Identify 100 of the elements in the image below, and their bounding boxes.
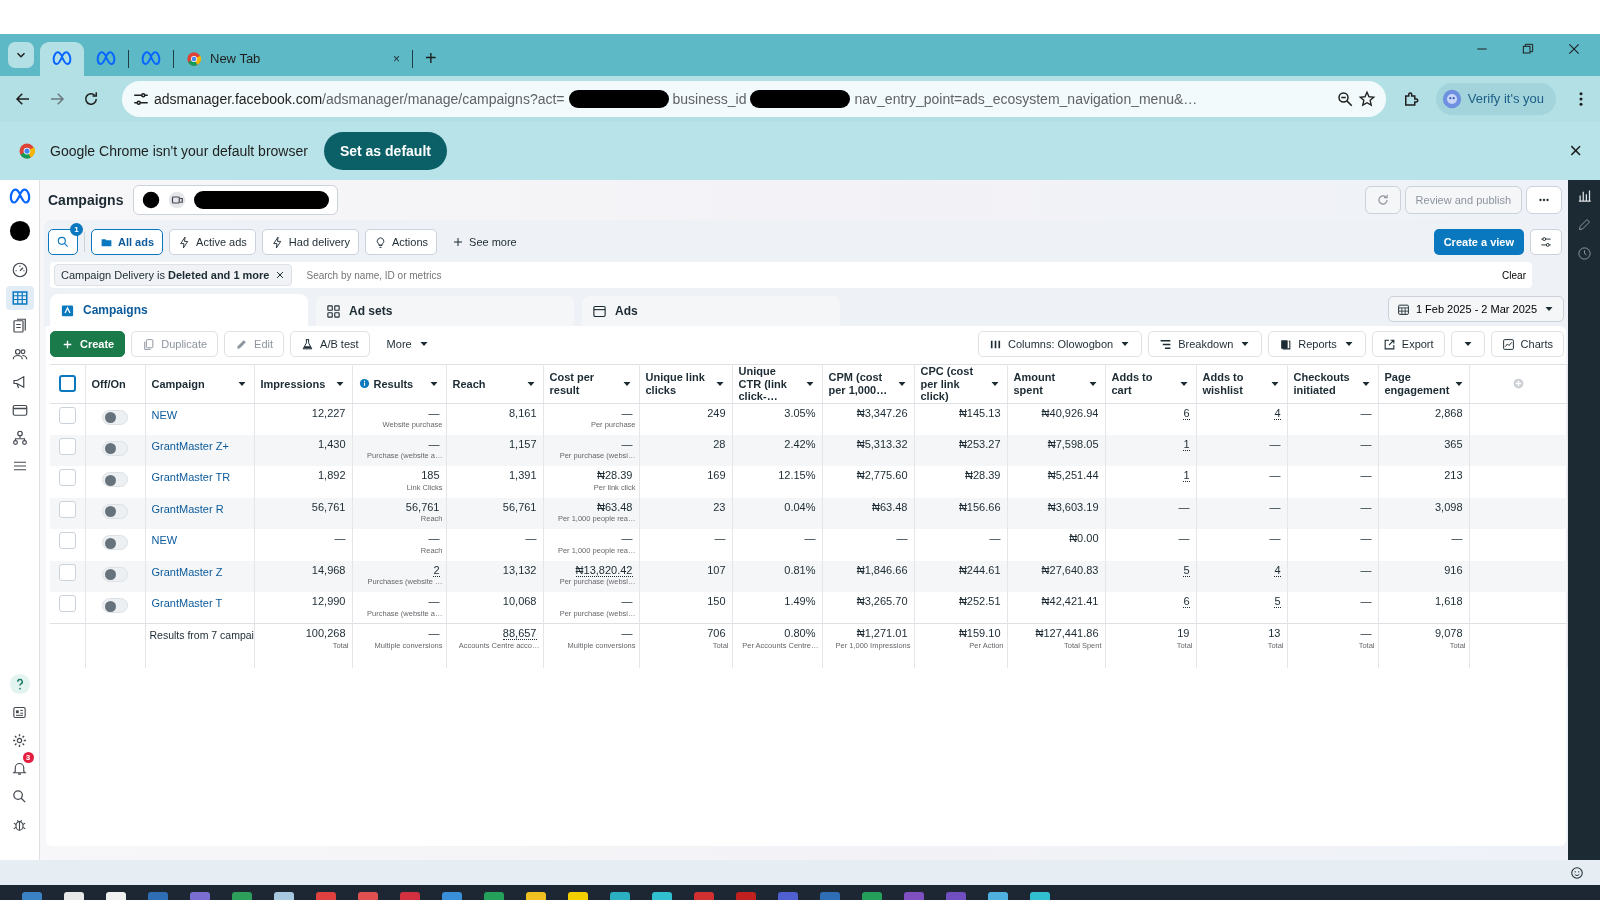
toolbar-button[interactable]: A/B test xyxy=(290,331,370,357)
metric-value: ₦159.10 xyxy=(958,627,1001,640)
metric-value: ₦3,347.26 xyxy=(856,406,908,419)
verify-button[interactable]: Verify it's you xyxy=(1435,83,1556,115)
create-view-button[interactable]: Create a view xyxy=(1433,229,1524,255)
metric-value: 916 xyxy=(1444,563,1463,576)
campaign-link[interactable]: NEW xyxy=(151,534,178,547)
metric-value: 28 xyxy=(713,437,726,450)
metric-value: 1,892 xyxy=(317,469,346,482)
infobar-message: Google Chrome isn't your default browser xyxy=(50,141,308,161)
metric-value: — xyxy=(621,627,633,640)
metric-value: 6 xyxy=(1183,595,1190,609)
address-bar[interactable]: adsmanager.facebook.com/adsmanager/manage/campaigns?act= business_id nav_entry_point=ads_ecosystem_navigation_menu&… xyxy=(122,81,1386,117)
new-tab-button[interactable]: + xyxy=(421,48,441,68)
metric-value: 56,761 xyxy=(405,500,440,513)
metric-value: 249 xyxy=(707,406,726,419)
url-text: adsmanager.facebook.com/adsmanager/manage/campaigns?act= xyxy=(154,89,565,109)
toolbar-button[interactable]: Breakdown xyxy=(1148,331,1263,357)
browser-tab[interactable]: New Tab × xyxy=(174,42,412,76)
filter-chip[interactable]: All ads xyxy=(91,229,164,255)
metric-value: ₦1,271.01 xyxy=(856,627,908,640)
filter-chip[interactable]: Campaign Delivery is Deleted and 1 more xyxy=(54,264,293,286)
metric-value: — xyxy=(1360,437,1372,450)
metric-value: — xyxy=(1360,469,1372,482)
metric-value: 9,078 xyxy=(1434,627,1463,640)
date-range-picker[interactable]: 1 Feb 2025 - 2 Mar 2025 xyxy=(1387,296,1564,322)
metric-value: — xyxy=(621,437,633,450)
metric-value: ₦0.00 xyxy=(1069,532,1099,545)
metric-value: — xyxy=(714,532,726,545)
metric-value: 19 xyxy=(1177,627,1190,640)
count-badge: 1 xyxy=(70,223,83,236)
metric-value: 1,430 xyxy=(317,437,346,450)
level-tab[interactable]: Ad sets xyxy=(316,296,574,326)
metric-value: — xyxy=(1269,469,1281,482)
metric-value: 2,868 xyxy=(1434,406,1463,419)
metric-value: 13,132 xyxy=(502,563,537,576)
metric-value: — xyxy=(621,406,633,419)
metric-value: ₦3,603.19 xyxy=(1047,500,1099,513)
metric-value: ₦252.51 xyxy=(958,595,1001,608)
url-text: nav_entry_point=ads_ecosystem_navigation_menu&… xyxy=(854,89,1198,109)
metric-value: 4 xyxy=(1274,406,1281,420)
metric-value: 13 xyxy=(1268,627,1281,640)
metric-value: ₦156.66 xyxy=(958,500,1001,513)
toolbar-button[interactable]: Reports xyxy=(1268,331,1366,357)
url-text: business_id xyxy=(672,89,747,109)
campaign-link[interactable]: GrantMaster T xyxy=(151,597,223,610)
metric-value: 169 xyxy=(707,469,726,482)
metric-value: ₦1,846.66 xyxy=(856,563,908,576)
metric-value: 10,068 xyxy=(502,595,537,608)
metric-value: 0.80% xyxy=(784,627,816,640)
metric-value: 23 xyxy=(713,500,726,513)
metric-value: ₦3,265.70 xyxy=(856,595,908,608)
see-more-button[interactable]: See more xyxy=(443,229,526,255)
level-tab[interactable]: Campaigns xyxy=(50,294,308,326)
metric-value: 213 xyxy=(1444,469,1463,482)
metric-value: — xyxy=(1269,532,1281,545)
search-field[interactable]: Campaign Delivery is Deleted and 1 more Search by name, ID or metrics Clear xyxy=(50,262,1532,288)
metric-value: — xyxy=(428,406,440,419)
filter-chip[interactable]: Had delivery xyxy=(261,229,359,255)
metric-value: 1,618 xyxy=(1434,595,1463,608)
metric-value: 56,761 xyxy=(502,500,537,513)
metric-value: 0.04% xyxy=(784,500,816,513)
metric-value: 1,391 xyxy=(508,469,537,482)
toolbar-button[interactable]: Charts xyxy=(1490,331,1564,357)
metric-value: 185 xyxy=(421,469,440,482)
column-header[interactable]: Reach xyxy=(452,377,486,391)
metric-value: 100,268 xyxy=(305,627,346,640)
level-tab[interactable]: Ads xyxy=(582,296,840,326)
column-header[interactable]: Campaign xyxy=(151,377,205,391)
notification-badge: 3 xyxy=(22,752,34,763)
metric-value: 5 xyxy=(1274,595,1281,609)
metric-value: ₦5,313.32 xyxy=(856,437,908,450)
metric-value: — xyxy=(1178,500,1190,513)
toolbar-button[interactable]: Columns: Olowogbon xyxy=(978,331,1143,357)
metric-value: 8,161 xyxy=(508,406,537,419)
metric-value: — xyxy=(1360,500,1372,513)
metric-value: — xyxy=(1269,437,1281,450)
metric-value: ₦2,775.60 xyxy=(856,469,908,482)
campaign-link[interactable]: NEW xyxy=(151,408,178,421)
metric-value: — xyxy=(1360,627,1372,640)
summary-label: Results from 7 campai xyxy=(149,629,254,644)
filter-chip[interactable]: Active ads xyxy=(169,229,256,255)
metric-value: ₦127,441.86 xyxy=(1035,627,1099,640)
campaign-link[interactable]: GrantMaster TR xyxy=(151,471,231,484)
metric-value: — xyxy=(428,532,440,545)
metric-value: — xyxy=(1269,500,1281,513)
column-header[interactable]: Results xyxy=(373,377,414,391)
metric-value: 2 xyxy=(433,563,440,577)
close-button[interactable]: × xyxy=(1569,140,1582,162)
metric-value: — xyxy=(1451,532,1463,545)
metric-value: — xyxy=(1178,532,1190,545)
clear-link[interactable]: Clear xyxy=(1502,267,1526,283)
tab-close-button[interactable]: × xyxy=(393,50,400,68)
toolbar-button[interactable]: Export xyxy=(1371,331,1445,357)
set-default-button[interactable]: Set as default xyxy=(323,132,447,170)
toolbar-button[interactable]: Create xyxy=(50,331,126,357)
filter-chip[interactable]: Actions xyxy=(364,229,438,255)
metric-value: 3.05% xyxy=(784,406,816,419)
metric-value: 14,968 xyxy=(311,563,346,576)
tab-title: New Tab xyxy=(210,50,262,69)
